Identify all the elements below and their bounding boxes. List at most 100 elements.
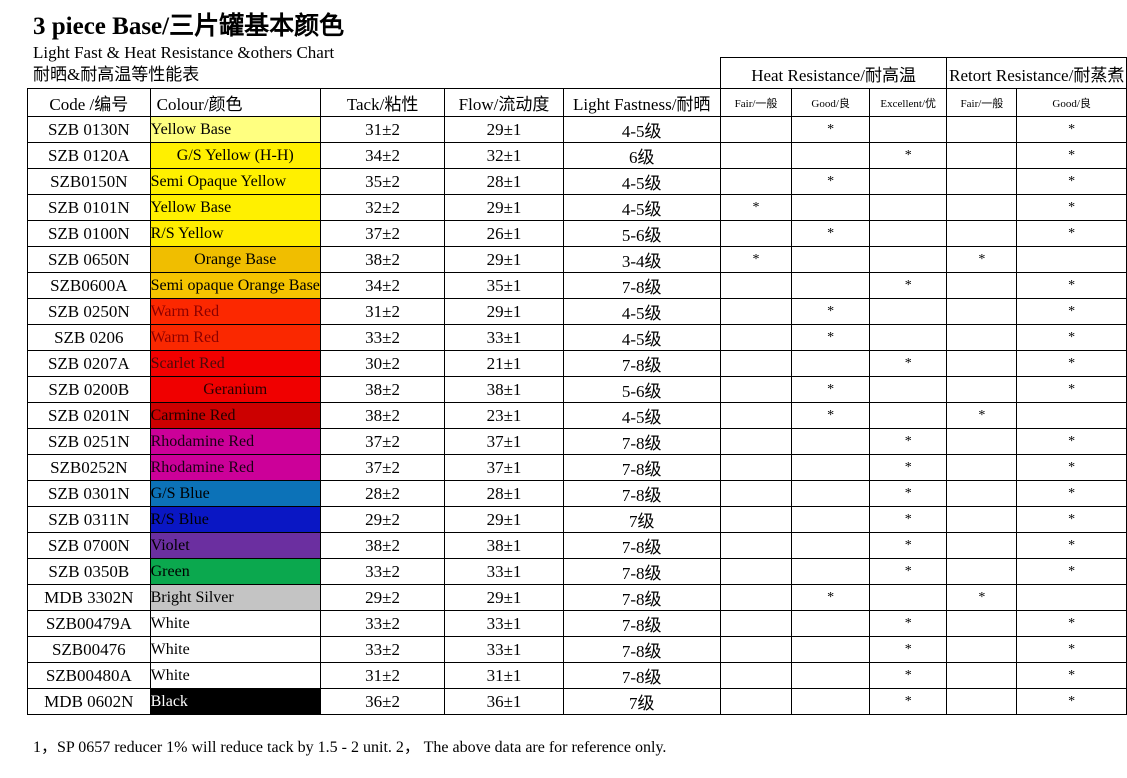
cell-code: SZB 0250N	[27, 298, 151, 325]
cell-retort-good: *	[1016, 298, 1127, 325]
cell-flow: 23±1	[444, 402, 564, 429]
table-row: SZB 0200B Geranium 38±2 38±1 5-6级 * *	[27, 376, 1127, 403]
cell-light-fastness: 4-5级	[562, 168, 721, 195]
cell-colour-swatch: Semi opaque Orange Base	[149, 272, 321, 299]
cell-tack: 38±2	[319, 532, 446, 559]
cell-heat-fair	[719, 454, 793, 481]
cell-heat-good	[791, 688, 870, 715]
cell-retort-good: *	[1016, 610, 1127, 637]
cell-flow: 38±1	[444, 532, 564, 559]
cell-retort-fair	[946, 376, 1018, 403]
cell-retort-good: *	[1016, 532, 1127, 559]
group-header-retort-resistance: Retort Resistance/耐蒸煮	[946, 57, 1127, 89]
cell-heat-fair	[719, 350, 793, 377]
cell-retort-fair: *	[946, 246, 1018, 273]
cell-tack: 31±2	[319, 662, 446, 689]
cell-code: SZB 0130N	[27, 116, 151, 143]
cell-retort-fair	[946, 350, 1018, 377]
cell-heat-good: *	[791, 584, 870, 611]
table-row: SZB0600A Semi opaque Orange Base 34±2 35±1 7…	[27, 272, 1127, 299]
cell-heat-fair	[719, 662, 793, 689]
cell-heat-fair	[719, 688, 793, 715]
cell-tack: 37±2	[319, 428, 446, 455]
table-row: SZB 0201N Carmine Red 38±2 23±1 4-5级 * *	[27, 402, 1127, 429]
cell-light-fastness: 4-5级	[562, 298, 721, 325]
cell-flow: 28±1	[444, 168, 564, 195]
cell-retort-good	[1016, 246, 1127, 273]
cell-colour-swatch: Rhodamine Red	[149, 454, 321, 481]
cell-light-fastness: 7-8级	[562, 480, 721, 507]
cell-heat-excellent: *	[868, 636, 948, 663]
cell-retort-fair	[946, 220, 1018, 247]
subcolumn-header-retort-fair: Fair/一般	[946, 88, 1018, 117]
cell-code: SZB 0207A	[27, 350, 151, 377]
cell-heat-excellent	[868, 168, 948, 195]
subcolumn-header-heat-excellent: Excellent/优	[868, 88, 948, 117]
cell-retort-good: *	[1016, 220, 1127, 247]
column-header-tack: Tack/粘性	[319, 88, 446, 117]
cell-heat-good	[791, 610, 870, 637]
cell-heat-excellent: *	[868, 532, 948, 559]
cell-retort-fair	[946, 662, 1018, 689]
cell-heat-fair: *	[719, 246, 793, 273]
cell-light-fastness: 7-8级	[562, 350, 721, 377]
cell-heat-good	[791, 194, 870, 221]
cell-code: SZB 0201N	[27, 402, 151, 429]
cell-heat-excellent: *	[868, 610, 948, 637]
cell-retort-fair	[946, 610, 1018, 637]
cell-heat-good: *	[791, 298, 870, 325]
cell-retort-good: *	[1016, 272, 1127, 299]
column-header-colour: Colour/颜色	[149, 88, 321, 117]
cell-flow: 36±1	[444, 688, 564, 715]
table-row: SZB 0250N Warm Red 31±2 29±1 4-5级 * *	[27, 298, 1127, 325]
cell-tack: 34±2	[319, 272, 446, 299]
cell-tack: 38±2	[319, 402, 446, 429]
cell-code: SZB 0101N	[27, 194, 151, 221]
cell-heat-fair	[719, 506, 793, 533]
column-header-light-fastness: Light Fastness/耐晒	[562, 88, 721, 117]
cell-light-fastness: 4-5级	[562, 324, 721, 351]
table-row: SZB 0700N Violet 38±2 38±1 7-8级 * *	[27, 532, 1127, 559]
page-title: 3 piece Base/三片罐基本颜色	[33, 13, 345, 40]
cell-light-fastness: 7-8级	[562, 428, 721, 455]
cell-flow: 29±1	[444, 298, 564, 325]
cell-heat-good	[791, 662, 870, 689]
cell-retort-good: *	[1016, 168, 1127, 195]
table-row: SZB 0350B Green 33±2 33±1 7-8级 * *	[27, 558, 1127, 585]
cell-retort-fair	[946, 324, 1018, 351]
cell-light-fastness: 7-8级	[562, 532, 721, 559]
cell-retort-good: *	[1016, 350, 1127, 377]
cell-heat-fair	[719, 168, 793, 195]
cell-light-fastness: 7-8级	[562, 454, 721, 481]
cell-heat-excellent	[868, 116, 948, 143]
cell-heat-fair: *	[719, 194, 793, 221]
cell-colour-swatch: R/S Yellow	[149, 220, 321, 247]
cell-tack: 35±2	[319, 168, 446, 195]
cell-light-fastness: 7-8级	[562, 584, 721, 611]
cell-flow: 35±1	[444, 272, 564, 299]
table-row: SZB0252N Rhodamine Red 37±2 37±1 7-8级 * *	[27, 454, 1127, 481]
table-row: SZB 0100N R/S Yellow 37±2 26±1 5-6级 * *	[27, 220, 1127, 247]
cell-tack: 34±2	[319, 142, 446, 169]
cell-flow: 29±1	[444, 246, 564, 273]
cell-retort-good: *	[1016, 480, 1127, 507]
cell-heat-fair	[719, 480, 793, 507]
cell-flow: 29±1	[444, 506, 564, 533]
cell-flow: 29±1	[444, 116, 564, 143]
cell-retort-fair	[946, 298, 1018, 325]
cell-light-fastness: 7-8级	[562, 662, 721, 689]
cell-colour-swatch: G/S Blue	[149, 480, 321, 507]
cell-heat-excellent	[868, 194, 948, 221]
group-header-heat-resistance: Heat Resistance/耐高温	[719, 57, 948, 89]
cell-retort-fair	[946, 506, 1018, 533]
cell-heat-excellent	[868, 402, 948, 429]
cell-heat-fair	[719, 584, 793, 611]
cell-heat-good	[791, 454, 870, 481]
cell-heat-excellent: *	[868, 662, 948, 689]
cell-heat-fair	[719, 116, 793, 143]
cell-light-fastness: 7级	[562, 688, 721, 715]
cell-light-fastness: 4-5级	[562, 116, 721, 143]
cell-retort-good: *	[1016, 142, 1127, 169]
column-header-row: Code /编号 Colour/颜色 Tack/粘性 Flow/流动度 Ligh…	[27, 88, 1127, 117]
cell-code: SZB 0301N	[27, 480, 151, 507]
